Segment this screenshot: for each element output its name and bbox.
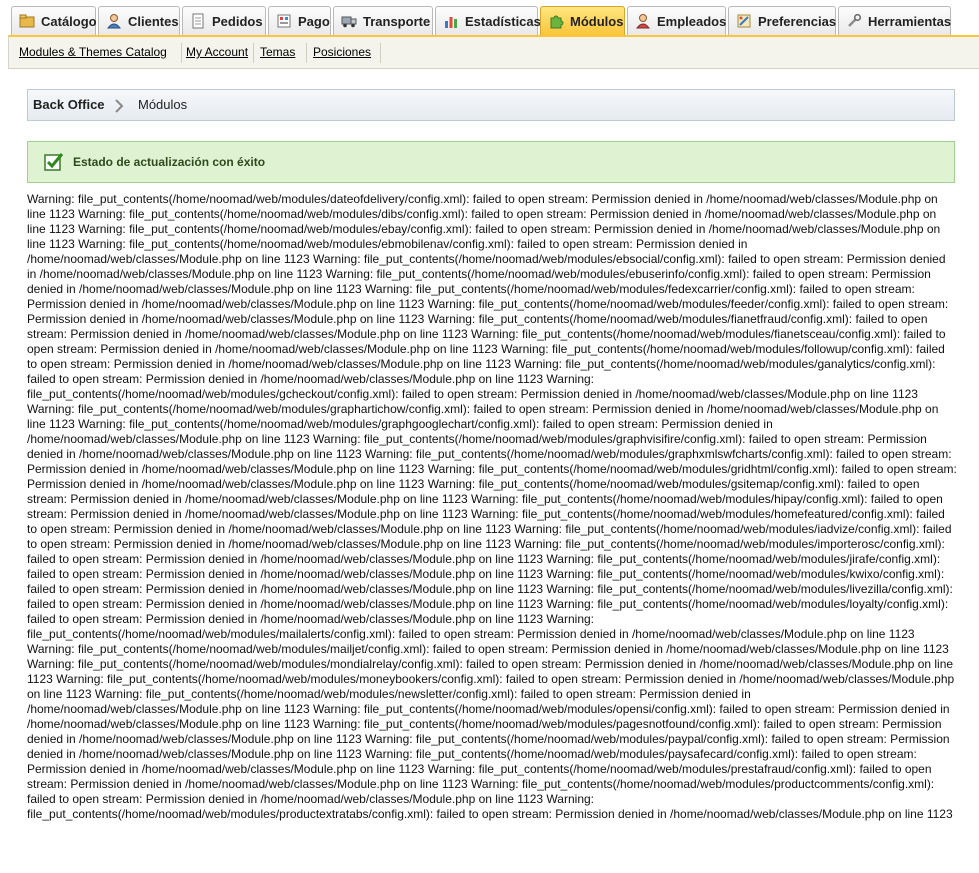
puzzle-icon: [548, 13, 564, 29]
customers-icon: [106, 13, 122, 29]
submenu-separator: [253, 43, 254, 63]
tab-label: Herramientas: [868, 13, 952, 29]
tab-empleados[interactable]: Empleados: [627, 6, 726, 35]
tab-label: Empleados: [657, 13, 727, 29]
submenu-temas[interactable]: Temas: [260, 45, 295, 59]
tab-label: Clientes: [128, 13, 179, 29]
tab-pedidos[interactable]: Pedidos: [182, 6, 266, 35]
tab-modulos[interactable]: Módulos: [540, 6, 625, 35]
tab-label: Catálogo: [41, 13, 97, 29]
main-tab-bar: Catálogo Clientes Pedidos Pago Transport…: [0, 0, 979, 36]
submenu-separator: [306, 43, 307, 63]
tab-clientes[interactable]: Clientes: [98, 6, 180, 35]
breadcrumb-home[interactable]: Back Office: [33, 97, 105, 112]
tools-icon: [846, 13, 862, 29]
tab-label: Pago: [298, 13, 330, 29]
warning-line: Warning: file_put_contents(/home/noomad/…: [27, 642, 949, 656]
tab-estadisticas[interactable]: Estadísticas: [435, 6, 541, 35]
breadcrumb: Back Office Módulos: [27, 89, 955, 121]
tab-label: Preferencias: [758, 13, 837, 29]
employees-icon: [635, 13, 651, 29]
truck-icon: [341, 13, 357, 29]
tab-transporte[interactable]: Transporte: [333, 6, 433, 35]
success-message-box: Estado de actualización con éxito: [27, 141, 955, 183]
submenu-separator: [380, 43, 381, 63]
checkmark-icon: [43, 151, 65, 173]
php-warning-output: Warning: file_put_contents(/home/noomad/…: [27, 192, 957, 822]
chevron-right-icon: [114, 99, 124, 113]
submenu-modules-themes-catalog[interactable]: Modules & Themes Catalog: [19, 45, 167, 59]
tab-label: Módulos: [570, 13, 624, 29]
tab-catalogo[interactable]: Catálogo: [11, 6, 97, 35]
orders-icon: [190, 13, 206, 29]
submenu-separator: [181, 43, 182, 63]
tab-preferencias[interactable]: Preferencias: [728, 6, 836, 35]
tab-label: Transporte: [363, 13, 431, 29]
submenu-posiciones[interactable]: Posiciones: [313, 45, 371, 59]
success-message: Estado de actualización con éxito: [73, 155, 266, 169]
catalog-icon: [19, 13, 35, 29]
submenu-my-account[interactable]: My Account: [186, 45, 248, 59]
preferences-icon: [736, 13, 752, 29]
stats-icon: [443, 13, 459, 29]
tab-label: Estadísticas: [465, 13, 541, 29]
tab-herramientas[interactable]: Herramientas: [838, 6, 951, 35]
payment-icon: [276, 13, 292, 29]
submenu-bar: Modules & Themes Catalog My Account Tema…: [8, 35, 979, 69]
tab-pago[interactable]: Pago: [268, 6, 331, 35]
breadcrumb-current: Módulos: [138, 97, 188, 112]
tab-label: Pedidos: [212, 13, 263, 29]
